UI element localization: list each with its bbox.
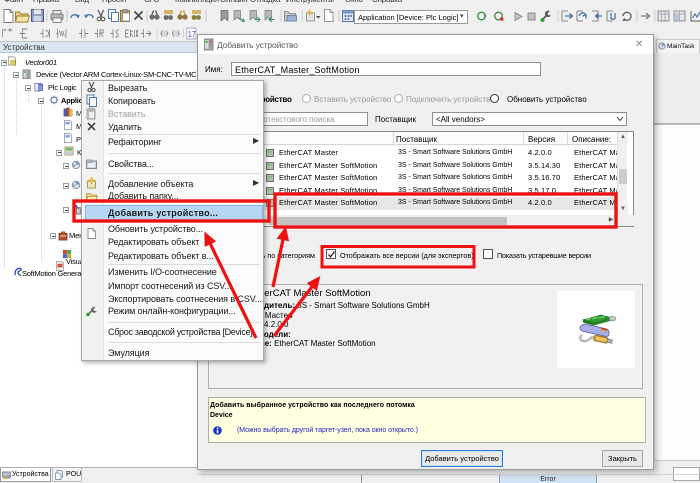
svg-text:17: 17: [188, 29, 196, 39]
